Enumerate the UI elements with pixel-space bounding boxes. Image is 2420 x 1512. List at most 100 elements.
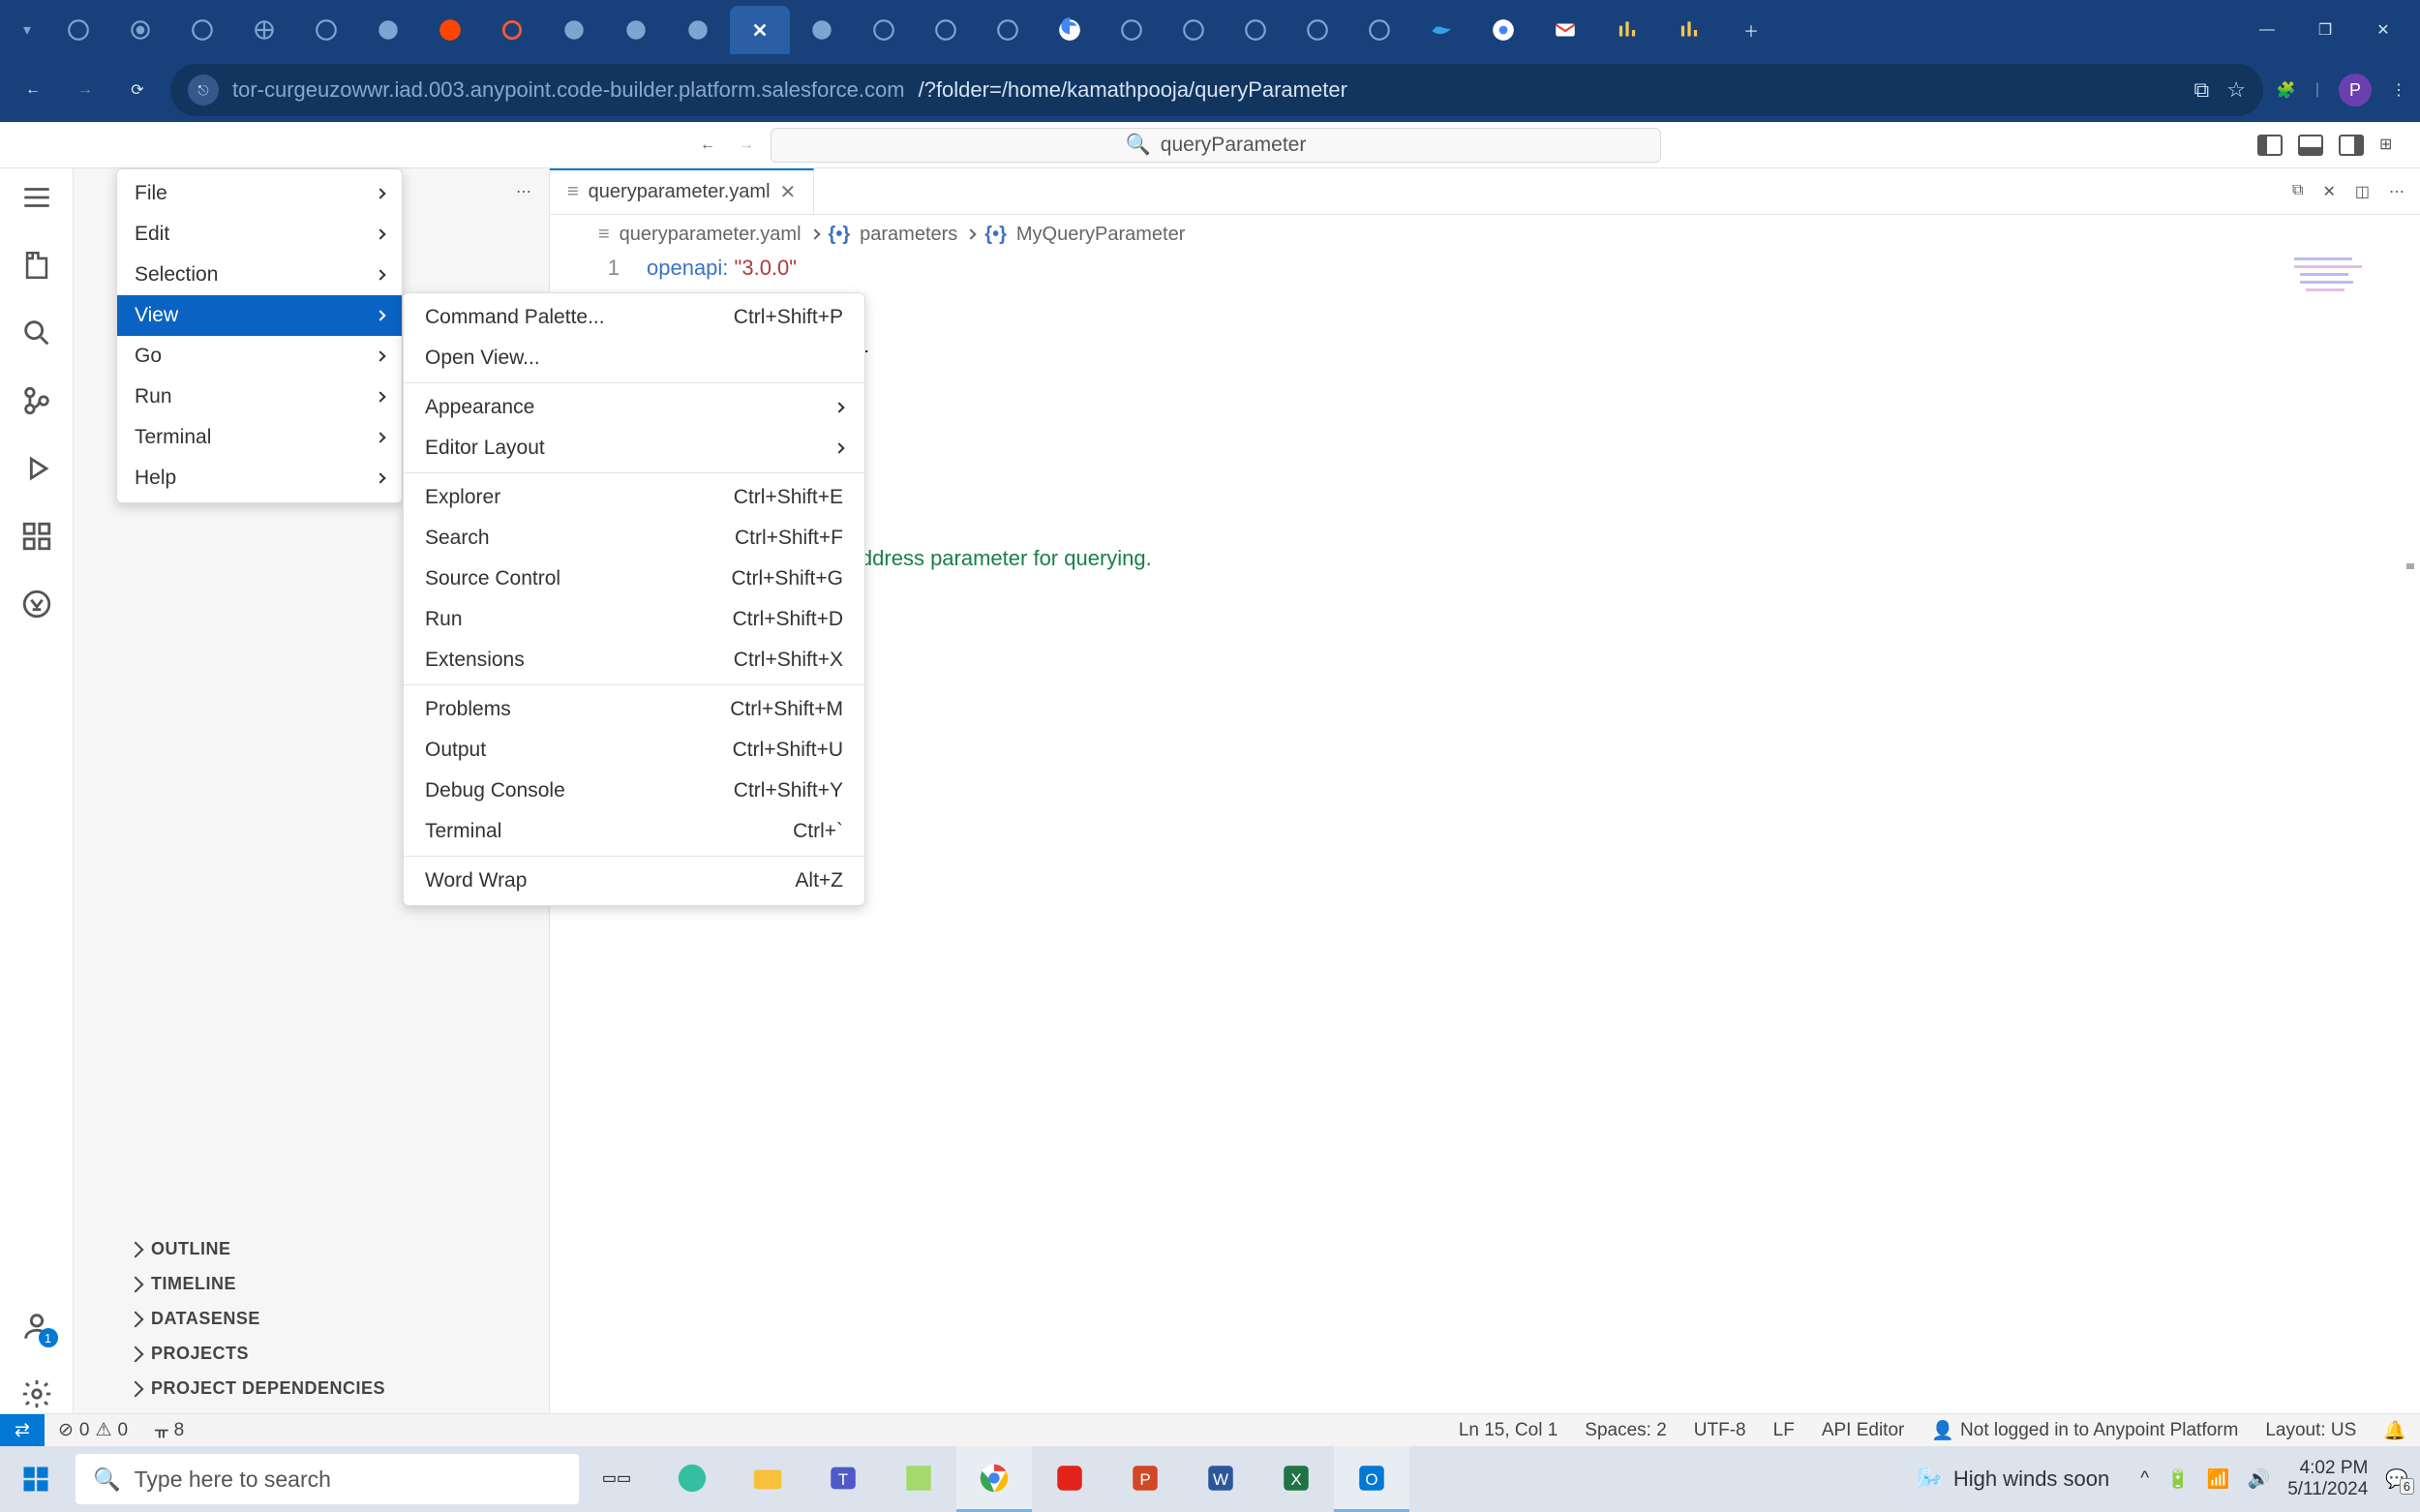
close-editor-icon[interactable]: ✕ [2322, 182, 2335, 201]
app-edge[interactable] [654, 1446, 730, 1512]
menu-problems[interactable]: ProblemsCtrl+Shift+M [404, 689, 864, 730]
sidebar-more-icon[interactable]: ⋯ [516, 182, 533, 201]
status-language[interactable]: API Editor [1808, 1420, 1919, 1441]
menu-edit[interactable]: Edit [117, 214, 402, 255]
app-notepadpp[interactable] [881, 1446, 956, 1512]
install-app-icon[interactable]: ⧉ [2193, 77, 2209, 103]
app-explorer[interactable] [730, 1446, 805, 1512]
extensions-icon[interactable]: 🧩 [2277, 80, 2296, 100]
tab-26[interactable] [1597, 6, 1657, 54]
status-problems[interactable]: ⊘ 0 ⚠ 0 [45, 1419, 141, 1441]
accounts-icon[interactable]: 1 [17, 1307, 56, 1346]
breadcrumbs[interactable]: ≡ queryparameter.yaml {•} parameters {•}… [550, 215, 2420, 254]
tab-6[interactable] [358, 6, 418, 54]
menu-explorer[interactable]: ExplorerCtrl+Shift+E [404, 477, 864, 518]
reload-button[interactable]: ⟳ [118, 71, 157, 109]
app-outlook[interactable]: O [1334, 1446, 1409, 1512]
toggle-primary-sidebar[interactable] [2257, 135, 2283, 156]
close-window-button[interactable]: ✕ [2354, 11, 2412, 49]
tab-18[interactable] [1102, 6, 1162, 54]
tab-8[interactable] [482, 6, 542, 54]
chrome-menu-icon[interactable]: ⋮ [2391, 80, 2406, 100]
tab-1[interactable] [48, 6, 108, 54]
app-excel[interactable]: X [1258, 1446, 1334, 1512]
file-tab-queryparameter[interactable]: ≡ queryparameter.yaml ✕ [550, 168, 814, 214]
taskbar-search[interactable]: 🔍 Type here to search [76, 1454, 579, 1504]
tab-24-chrome[interactable] [1473, 6, 1533, 54]
app-word[interactable]: W [1183, 1446, 1258, 1512]
app-teams[interactable]: T [805, 1446, 881, 1512]
tab-17-google[interactable] [1040, 6, 1100, 54]
menu-run-view[interactable]: RunCtrl+Shift+D [404, 599, 864, 640]
profile-avatar[interactable]: P [2339, 74, 2372, 106]
panel-projects[interactable]: PROJECTS [74, 1336, 549, 1371]
menu-output[interactable]: OutputCtrl+Shift+U [404, 730, 864, 771]
minimize-button[interactable]: — [2238, 11, 2296, 49]
breadcrumb-file[interactable]: queryparameter.yaml [620, 224, 802, 246]
command-center-search[interactable]: 🔍 queryParameter [771, 128, 1661, 163]
source-control-icon[interactable] [17, 381, 56, 420]
menu-terminal-panel[interactable]: TerminalCtrl+` [404, 811, 864, 852]
panel-project-dependencies[interactable]: PROJECT DEPENDENCIES [74, 1371, 549, 1406]
tabs-dropdown[interactable]: ▾ [8, 6, 46, 54]
editor-more-icon[interactable]: ⋯ [2389, 182, 2405, 201]
menu-view[interactable]: View [117, 295, 402, 336]
tab-23[interactable] [1411, 6, 1471, 54]
status-login[interactable]: 👤 Not logged in to Anypoint Platform [1918, 1419, 2252, 1442]
menu-editor-layout[interactable]: Editor Layout [404, 428, 864, 469]
breadcrumb-parameters[interactable]: parameters [860, 224, 957, 246]
app-powerpoint[interactable]: P [1107, 1446, 1183, 1512]
panel-outline[interactable]: OUTLINE [74, 1231, 549, 1266]
explorer-icon[interactable] [17, 246, 56, 285]
tab-27[interactable] [1659, 6, 1719, 54]
menu-help[interactable]: Help [117, 458, 402, 499]
menu-debug-console[interactable]: Debug ConsoleCtrl+Shift+Y [404, 771, 864, 811]
mulesoft-icon[interactable] [17, 585, 56, 623]
remote-indicator[interactable]: ⇄ [0, 1414, 45, 1446]
panel-timeline[interactable]: TIMELINE [74, 1266, 549, 1301]
menu-word-wrap[interactable]: Word WrapAlt+Z [404, 861, 864, 901]
extensions-activity-icon[interactable] [17, 517, 56, 556]
toggle-panel[interactable] [2298, 135, 2323, 156]
search-activity-icon[interactable] [17, 314, 56, 352]
tab-10[interactable] [606, 6, 666, 54]
task-view-icon[interactable]: ▭▭ [579, 1446, 654, 1512]
tab-5[interactable] [296, 6, 356, 54]
tab-14[interactable] [854, 6, 914, 54]
menu-run[interactable]: Run [117, 377, 402, 417]
app-chrome[interactable] [956, 1446, 1032, 1512]
bookmark-icon[interactable]: ☆ [2226, 77, 2246, 103]
action-center-icon[interactable]: 💬6 [2385, 1467, 2408, 1491]
tray-chevron-up-icon[interactable]: ^ [2140, 1468, 2149, 1490]
status-eol[interactable]: LF [1760, 1420, 1808, 1441]
tray-volume-icon[interactable]: 🔊 [2248, 1467, 2271, 1491]
tab-2[interactable] [110, 6, 170, 54]
minimap-viewport[interactable] [2406, 563, 2414, 569]
maximize-button[interactable]: ❐ [2296, 11, 2354, 49]
open-flow-icon[interactable]: ⧉ [2292, 182, 2303, 201]
menu-extensions[interactable]: ExtensionsCtrl+Shift+X [404, 640, 864, 680]
new-tab-button[interactable]: ＋ [1721, 6, 1781, 54]
status-bell-icon[interactable]: 🔔 [2370, 1419, 2420, 1442]
menu-open-view[interactable]: Open View... [404, 338, 864, 378]
menu-terminal[interactable]: Terminal [117, 417, 402, 458]
nav-forward-icon[interactable]: → [732, 136, 761, 154]
toggle-secondary-sidebar[interactable] [2339, 135, 2364, 156]
tab-11[interactable] [668, 6, 728, 54]
forward-button[interactable]: → [66, 71, 105, 109]
tab-7-reddit[interactable] [420, 6, 480, 54]
tray-battery-icon[interactable]: 🔋 [2166, 1467, 2190, 1491]
menu-go[interactable]: Go [117, 336, 402, 377]
site-info-icon[interactable]: ⎋ [188, 75, 219, 106]
tab-21[interactable] [1287, 6, 1347, 54]
menu-appearance[interactable]: Appearance [404, 387, 864, 428]
menu-icon[interactable] [17, 178, 56, 217]
back-button[interactable]: ← [14, 71, 52, 109]
breadcrumb-myqueryparameter[interactable]: MyQueryParameter [1016, 224, 1186, 246]
split-editor-icon[interactable]: ◫ [2355, 182, 2370, 201]
tab-15[interactable] [916, 6, 976, 54]
tab-25-gmail[interactable] [1535, 6, 1595, 54]
menu-source-control[interactable]: Source ControlCtrl+Shift+G [404, 559, 864, 599]
nav-back-icon[interactable]: ← [693, 136, 722, 154]
tray-wifi-icon[interactable]: 📶 [2207, 1467, 2230, 1491]
